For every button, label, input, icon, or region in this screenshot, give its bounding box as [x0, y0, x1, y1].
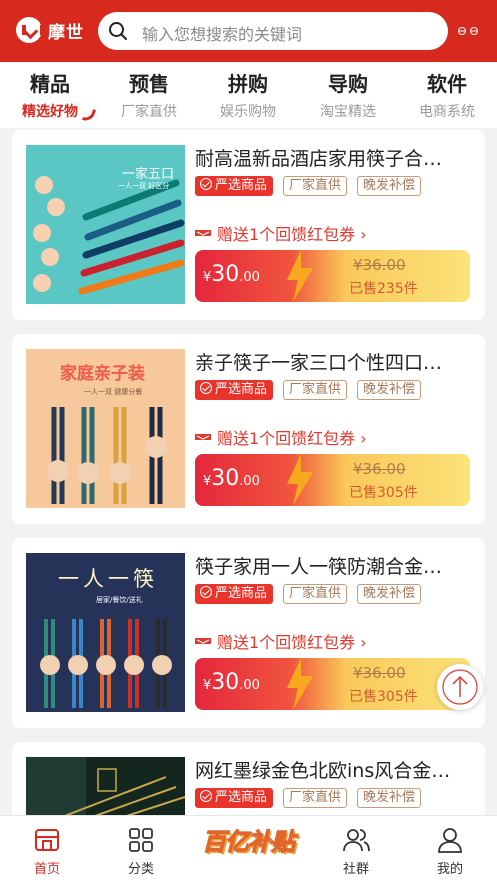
- search-bar[interactable]: 输入您想搜索的关键词: [98, 12, 448, 50]
- lightning-icon: [287, 250, 313, 302]
- tag-compensation: 晚发补偿: [357, 176, 422, 196]
- check-icon: [200, 586, 212, 598]
- tab-daogou[interactable]: 导购 淘宝精选: [298, 68, 398, 121]
- tab-subtitle: 电商系统: [419, 104, 475, 120]
- tag-selected: 严选商品: [195, 176, 274, 196]
- app-logo[interactable]: 摩世: [16, 17, 84, 43]
- coupon-icon: [195, 434, 211, 440]
- nav-label: 首页: [33, 862, 60, 877]
- original-price: ¥36.00: [353, 460, 406, 478]
- category-tabs: 精品 精选好物 预售 厂家直供 拼购 娱乐购物 导购 淘宝精选 软件 电商系统: [0, 62, 497, 128]
- price-bar[interactable]: ¥30.00 ¥36.00 已售305件: [195, 454, 470, 506]
- image-subcaption: 居家/餐饮/送礼: [96, 596, 143, 604]
- home-icon: [35, 829, 59, 851]
- tab-subtitle: 淘宝精选: [320, 104, 376, 120]
- product-tags: 严选商品 厂家直供 晚发补偿: [195, 584, 431, 604]
- tab-title: 拼购: [228, 72, 268, 96]
- tag-factory: 厂家直供: [283, 380, 348, 400]
- product-card[interactable]: 一人一筷 居家/餐饮/送礼 筷子家用一人一筷防潮合金… 严选商品 厂家直供 晚发…: [12, 538, 485, 728]
- product-card[interactable]: 家庭亲子装 一人一双 健康分餐 亲子筷子一家三口个性四口… 严选商品 厂家直供 …: [12, 334, 485, 524]
- nav-community[interactable]: 社群: [316, 826, 396, 877]
- tab-subtitle: 厂家直供: [121, 104, 177, 120]
- promo-subsidy-button[interactable]: 百亿补贴: [196, 816, 300, 862]
- promo-label: 百亿补贴: [202, 828, 296, 857]
- tag-factory: 厂家直供: [283, 584, 348, 604]
- tag-factory: 厂家直供: [283, 176, 348, 196]
- logo-icon: [16, 17, 44, 43]
- search-placeholder: 输入您想搜索的关键词: [142, 25, 303, 44]
- coupon-link[interactable]: 赠送1个回馈红包券 ›: [195, 425, 367, 449]
- product-title[interactable]: 筷子家用一人一筷防潮合金…: [195, 552, 463, 579]
- search-icon: [109, 22, 127, 40]
- check-icon: [200, 178, 212, 190]
- app-header: 摩世 输入您想搜索的关键词: [0, 0, 497, 62]
- tab-ruanjian[interactable]: 软件 电商系统: [397, 68, 497, 121]
- coupon-link[interactable]: 赠送1个回馈红包券 ›: [195, 629, 367, 653]
- product-image: 一人一筷 居家/餐饮/送礼: [26, 553, 185, 712]
- product-card[interactable]: 一家五口 一人一双 好区分 耐高温新品酒店家用筷子合… 严选商品 厂家直供 晚发…: [12, 130, 485, 320]
- original-price: ¥36.00: [353, 256, 406, 274]
- more-icon[interactable]: [457, 26, 483, 36]
- product-tags: 严选商品 厂家直供 晚发补偿: [195, 788, 431, 808]
- tag-selected: 严选商品: [195, 584, 274, 604]
- tag-compensation: 晚发补偿: [357, 788, 422, 808]
- tab-title: 精品: [30, 72, 70, 96]
- tab-subtitle: 娱乐购物: [220, 104, 276, 120]
- bottom-navigation: 首页 分类 百亿补贴 社群 我的: [0, 815, 497, 883]
- user-icon: [438, 828, 462, 853]
- sold-count: 已售235件: [349, 281, 418, 297]
- tag-factory: 厂家直供: [283, 788, 348, 808]
- scan-icon[interactable]: [411, 26, 421, 36]
- image-subcaption: 一人一双 健康分餐: [84, 388, 143, 396]
- app-name: 摩世: [48, 22, 84, 43]
- product-image: 一家五口 一人一双 好区分: [26, 145, 185, 304]
- tag-compensation: 晚发补偿: [357, 584, 422, 604]
- coupon-link[interactable]: 赠送1个回馈红包券 ›: [195, 221, 367, 245]
- check-icon: [200, 790, 212, 802]
- price-bar[interactable]: ¥30.00 ¥36.00 已售235件: [195, 250, 470, 302]
- nav-label: 社群: [342, 862, 369, 877]
- product-image: 家庭亲子装 一人一双 健康分餐: [26, 349, 185, 508]
- price-bar[interactable]: ¥30.00 ¥36.00 已售305件: [195, 658, 470, 710]
- back-to-top-button[interactable]: [437, 664, 483, 710]
- lightning-icon: [287, 658, 313, 710]
- tab-pingou[interactable]: 拼购 娱乐购物: [198, 68, 298, 121]
- tab-title: 软件: [427, 72, 467, 96]
- nav-label: 我的: [436, 862, 463, 877]
- coupon-icon: [195, 638, 211, 644]
- image-caption: 一人一筷: [58, 567, 158, 591]
- sold-count: 已售305件: [349, 689, 418, 705]
- grid-icon: [129, 828, 153, 852]
- community-icon: [343, 829, 370, 852]
- current-price: ¥30.00: [203, 466, 260, 491]
- product-title[interactable]: 网红墨绿金色北欧ins风合金…: [195, 756, 463, 783]
- lightning-icon: [287, 454, 313, 506]
- nav-label: 分类: [127, 862, 154, 877]
- tag-compensation: 晚发补偿: [357, 380, 422, 400]
- product-title[interactable]: 亲子筷子一家三口个性四口…: [195, 348, 463, 375]
- nav-profile[interactable]: 我的: [410, 826, 490, 877]
- check-icon: [200, 382, 212, 394]
- sold-count: 已售305件: [349, 485, 418, 501]
- image-caption: 一家五口: [122, 167, 175, 182]
- nav-category[interactable]: 分类: [101, 826, 181, 877]
- product-title[interactable]: 耐高温新品酒店家用筷子合…: [195, 144, 463, 171]
- tag-selected: 严选商品: [195, 380, 274, 400]
- nav-home[interactable]: 首页: [7, 826, 87, 877]
- arrow-up-icon: [442, 669, 478, 705]
- tab-title: 导购: [328, 72, 368, 96]
- product-tags: 严选商品 厂家直供 晚发补偿: [195, 380, 431, 400]
- tab-title: 预售: [129, 72, 169, 96]
- product-tags: 严选商品 厂家直供 晚发补偿: [195, 176, 431, 196]
- tag-selected: 严选商品: [195, 788, 274, 808]
- current-price: ¥30.00: [203, 670, 260, 695]
- original-price: ¥36.00: [353, 664, 406, 682]
- current-price: ¥30.00: [203, 262, 260, 287]
- tab-yushou[interactable]: 预售 厂家直供: [99, 68, 199, 121]
- coupon-icon: [195, 230, 211, 236]
- image-caption: 家庭亲子装: [60, 364, 145, 384]
- image-subcaption: 一人一双 好区分: [118, 182, 170, 190]
